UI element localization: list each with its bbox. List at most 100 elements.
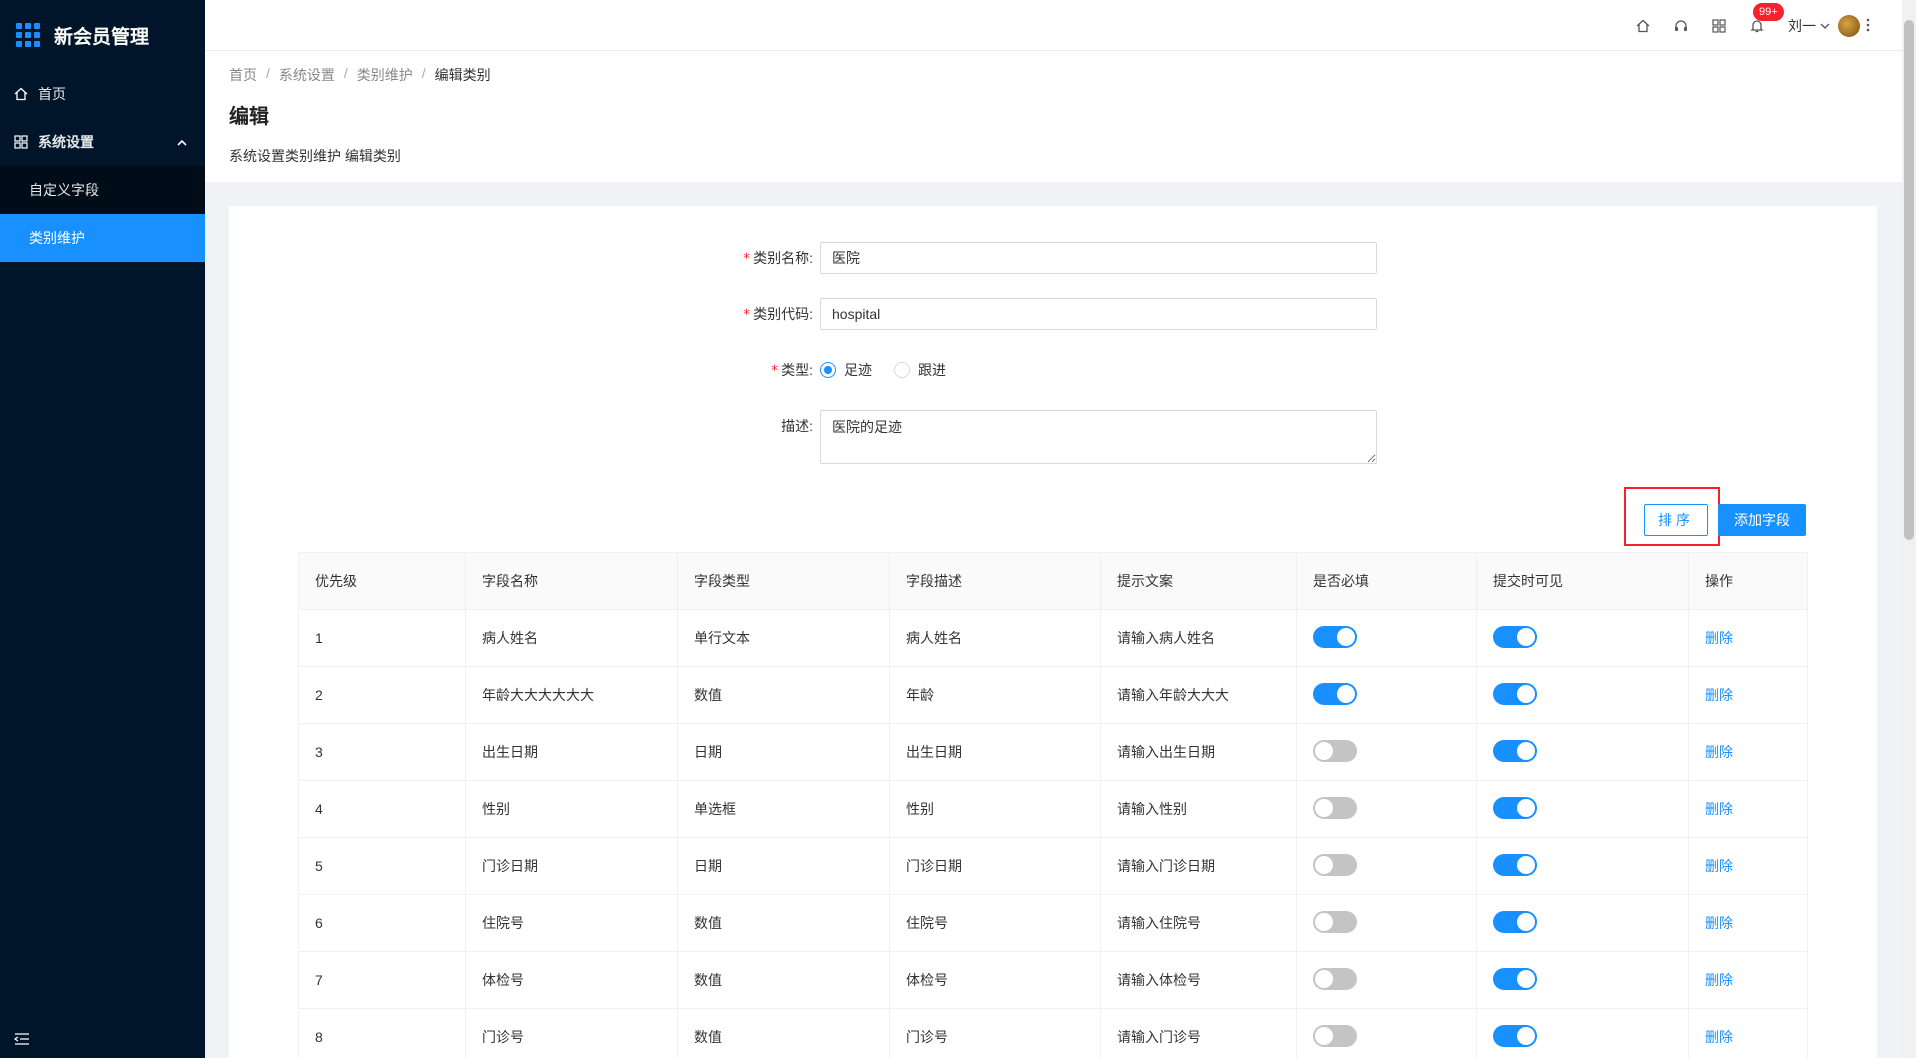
- home-icon[interactable]: [1634, 17, 1652, 35]
- visible-switch[interactable]: [1493, 1024, 1537, 1047]
- sort-button[interactable]: 排序: [1644, 504, 1708, 536]
- more-vertical-icon[interactable]: [1866, 17, 1870, 33]
- cell-priority: 7: [298, 951, 466, 1009]
- cell-priority: 1: [298, 609, 466, 667]
- table-row: 2 年龄大大大大大大 数值 年龄 请输入年龄大大大 删除: [298, 666, 1808, 724]
- required-switch[interactable]: [1313, 853, 1357, 876]
- header-actions: 99+ 刘一: [1614, 0, 1860, 51]
- logo[interactable]: 新会员管理: [0, 0, 205, 70]
- cell-field-desc: 年龄: [889, 666, 1101, 724]
- cell-visible: [1476, 951, 1689, 1009]
- delete-link[interactable]: 删除: [1705, 801, 1733, 817]
- delete-link[interactable]: 删除: [1705, 1029, 1733, 1045]
- cell-hint: 请输入出生日期: [1100, 723, 1297, 781]
- delete-link[interactable]: 删除: [1705, 630, 1733, 646]
- description-textarea[interactable]: 医院的足迹: [820, 410, 1377, 464]
- cell-action: 删除: [1688, 780, 1808, 838]
- visible-switch[interactable]: [1493, 910, 1537, 933]
- breadcrumb-item-home[interactable]: 首页: [229, 65, 257, 85]
- cell-action: 删除: [1688, 837, 1808, 895]
- column-header: 提交时可见: [1476, 552, 1689, 610]
- cell-field-type: 数值: [677, 951, 890, 1009]
- visible-switch[interactable]: [1493, 967, 1537, 990]
- cell-field-desc: 出生日期: [889, 723, 1101, 781]
- required-switch[interactable]: [1313, 1024, 1357, 1047]
- sidebar-item-home[interactable]: 首页: [0, 70, 205, 118]
- radio-unchecked-icon: [894, 362, 910, 378]
- cell-hint: 请输入住院号: [1100, 894, 1297, 952]
- cell-required: [1296, 1008, 1477, 1058]
- visible-switch[interactable]: [1493, 739, 1537, 762]
- required-switch[interactable]: [1313, 682, 1357, 705]
- radio-follow-up[interactable]: 跟进: [894, 360, 946, 380]
- cell-field-name: 年龄大大大大大大: [465, 666, 678, 724]
- category-name-label: * 类别名称:: [743, 250, 813, 267]
- sidebar-item-category-maintenance[interactable]: 类别维护: [0, 214, 205, 262]
- cell-field-name: 病人姓名: [465, 609, 678, 667]
- cell-field-desc: 住院号: [889, 894, 1101, 952]
- cell-visible: [1476, 1008, 1689, 1058]
- form-row-name: * 类别名称:: [229, 242, 1377, 275]
- visible-switch[interactable]: [1493, 853, 1537, 876]
- cell-required: [1296, 780, 1477, 838]
- category-name-input[interactable]: [820, 242, 1377, 274]
- user-menu[interactable]: 刘一: [1788, 14, 1860, 37]
- sidebar-item-system-settings[interactable]: 系统设置: [0, 118, 205, 166]
- scrollbar[interactable]: [1902, 0, 1916, 1058]
- column-header: 操作: [1688, 552, 1808, 610]
- required-switch[interactable]: [1313, 967, 1357, 990]
- table-row: 7 体检号 数值 体检号 请输入体检号 删除: [298, 951, 1808, 1009]
- delete-link[interactable]: 删除: [1705, 972, 1733, 988]
- sidebar-item-custom-fields[interactable]: 自定义字段: [0, 166, 205, 214]
- chevron-down-icon: [1820, 22, 1830, 30]
- headset-icon[interactable]: [1672, 17, 1690, 35]
- visible-switch[interactable]: [1493, 796, 1537, 819]
- bell-icon[interactable]: 99+: [1748, 2, 1784, 35]
- cell-field-type: 数值: [677, 666, 890, 724]
- cell-hint: 请输入年龄大大大: [1100, 666, 1297, 724]
- edit-card: *类别名称: *类别代码: *类型: 足迹 跟进 描述: 医院的足迹 排序 添加…: [229, 206, 1877, 1058]
- visible-switch[interactable]: [1493, 682, 1537, 705]
- add-field-button[interactable]: 添加字段: [1718, 504, 1806, 536]
- column-header: 字段名称: [465, 552, 678, 610]
- category-code-input[interactable]: [820, 298, 1377, 330]
- required-switch[interactable]: [1313, 625, 1357, 648]
- sidebar-item-label: 自定义字段: [29, 182, 99, 198]
- cell-required: [1296, 951, 1477, 1009]
- grid-icon[interactable]: [1710, 17, 1728, 35]
- table-row: 5 门诊日期 日期 门诊日期 请输入门诊日期 删除: [298, 837, 1808, 895]
- cell-field-desc: 体检号: [889, 951, 1101, 1009]
- required-switch[interactable]: [1313, 739, 1357, 762]
- cell-field-type: 单行文本: [677, 609, 890, 667]
- delete-link[interactable]: 删除: [1705, 915, 1733, 931]
- cell-hint: 请输入体检号: [1100, 951, 1297, 1009]
- breadcrumb-item-system-settings[interactable]: 系统设置: [279, 65, 335, 85]
- cell-required: [1296, 666, 1477, 724]
- sidebar-item-label: 类别维护: [29, 230, 85, 246]
- table-row: 3 出生日期 日期 出生日期 请输入出生日期 删除: [298, 723, 1808, 781]
- cell-priority: 6: [298, 894, 466, 952]
- sidebar-submenu: 自定义字段 类别维护: [0, 166, 205, 262]
- cell-hint: 请输入病人姓名: [1100, 609, 1297, 667]
- required-switch[interactable]: [1313, 910, 1357, 933]
- radio-footprint[interactable]: 足迹: [820, 360, 872, 380]
- delete-link[interactable]: 删除: [1705, 858, 1733, 874]
- column-header: 是否必填: [1296, 552, 1477, 610]
- menu-fold-icon[interactable]: [13, 1032, 30, 1046]
- cell-priority: 3: [298, 723, 466, 781]
- scrollbar-thumb[interactable]: [1904, 20, 1914, 540]
- delete-link[interactable]: 删除: [1705, 744, 1733, 760]
- column-header: 字段描述: [889, 552, 1101, 610]
- cell-field-desc: 病人姓名: [889, 609, 1101, 667]
- breadcrumb-item-category-maintenance[interactable]: 类别维护: [357, 65, 413, 85]
- user-name: 刘一: [1788, 17, 1816, 34]
- sidebar: 新会员管理 首页 系统设置 自定义字段 类别维护: [0, 0, 205, 1058]
- cell-visible: [1476, 780, 1689, 838]
- cell-required: [1296, 723, 1477, 781]
- cell-required: [1296, 894, 1477, 952]
- visible-switch[interactable]: [1493, 625, 1537, 648]
- required-switch[interactable]: [1313, 796, 1357, 819]
- delete-link[interactable]: 删除: [1705, 687, 1733, 703]
- column-header: 字段类型: [677, 552, 890, 610]
- cell-hint: 请输入门诊号: [1100, 1008, 1297, 1058]
